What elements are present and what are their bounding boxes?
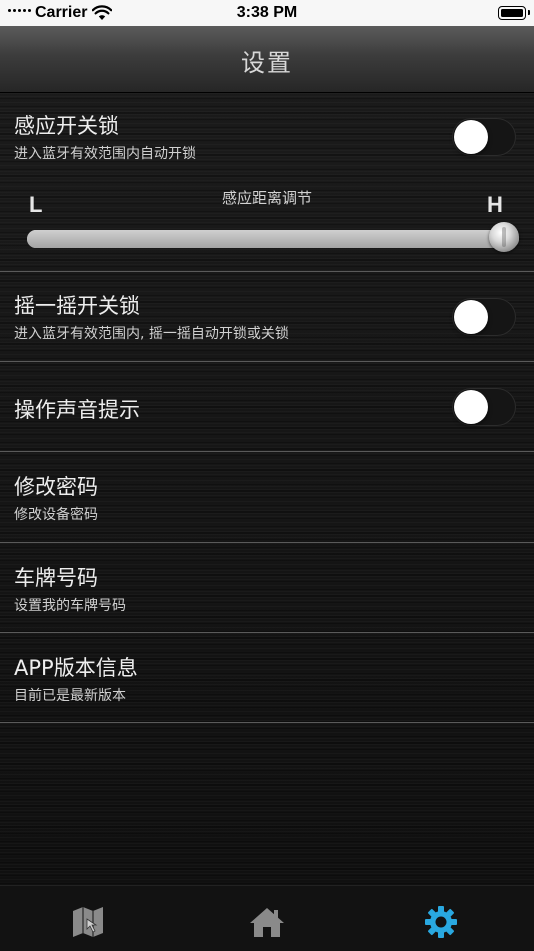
battery-icon <box>498 6 530 20</box>
plate-number-label: 车牌号码 <box>14 566 98 590</box>
tab-map[interactable] <box>68 904 108 940</box>
setting-row-change-password[interactable]: 修改密码 修改设备密码 <box>0 452 534 543</box>
toggle-knob <box>454 300 488 334</box>
change-password-subtitle: 修改设备密码 <box>14 507 98 523</box>
tab-settings[interactable] <box>421 904 461 940</box>
setting-row-app-version[interactable]: APP版本信息 目前已是最新版本 <box>0 633 534 723</box>
nav-bar: 设置 <box>0 26 534 93</box>
home-icon <box>250 908 284 937</box>
proximity-unlock-label: 感应开关锁 <box>14 114 119 138</box>
change-password-label: 修改密码 <box>14 475 98 499</box>
shake-unlock-subtitle: 进入蓝牙有效范围内, 摇一摇自动开锁或关锁 <box>14 326 289 342</box>
tab-home[interactable] <box>247 904 287 940</box>
map-icon <box>73 907 103 937</box>
setting-row-sound-prompt: 操作声音提示 <box>0 362 534 452</box>
distance-slider-caption: 感应距离调节 <box>221 189 312 207</box>
plate-number-subtitle: 设置我的车牌号码 <box>14 598 126 614</box>
toggle-knob <box>454 120 488 154</box>
distance-slider-track[interactable] <box>27 230 519 248</box>
distance-low-label: L <box>29 192 43 217</box>
app-version-subtitle: 目前已是最新版本 <box>14 688 126 704</box>
page-title: 设置 <box>241 49 293 77</box>
proximity-unlock-subtitle: 进入蓝牙有效范围内自动开锁 <box>14 146 196 162</box>
distance-slider-fill <box>27 230 519 248</box>
app-version-label: APP版本信息 <box>14 656 138 680</box>
status-bar: Carrier 3:38 PM <box>0 0 534 26</box>
sound-prompt-label: 操作声音提示 <box>14 398 140 422</box>
shake-unlock-label: 摇一摇开关锁 <box>14 294 140 318</box>
proximity-unlock-toggle[interactable] <box>452 118 516 156</box>
setting-row-shake-unlock: 摇一摇开关锁 进入蓝牙有效范围内, 摇一摇自动开锁或关锁 <box>0 272 534 362</box>
toggle-knob <box>454 390 488 424</box>
distance-high-label: H <box>487 192 503 217</box>
status-time: 3:38 PM <box>236 4 298 21</box>
distance-slider-thumb[interactable] <box>489 222 519 252</box>
gear-icon <box>425 906 457 938</box>
tab-bar <box>0 885 534 951</box>
setting-row-plate-number[interactable]: 车牌号码 设置我的车牌号码 <box>0 543 534 633</box>
shake-unlock-toggle[interactable] <box>452 298 516 336</box>
sound-prompt-toggle[interactable] <box>452 388 516 426</box>
